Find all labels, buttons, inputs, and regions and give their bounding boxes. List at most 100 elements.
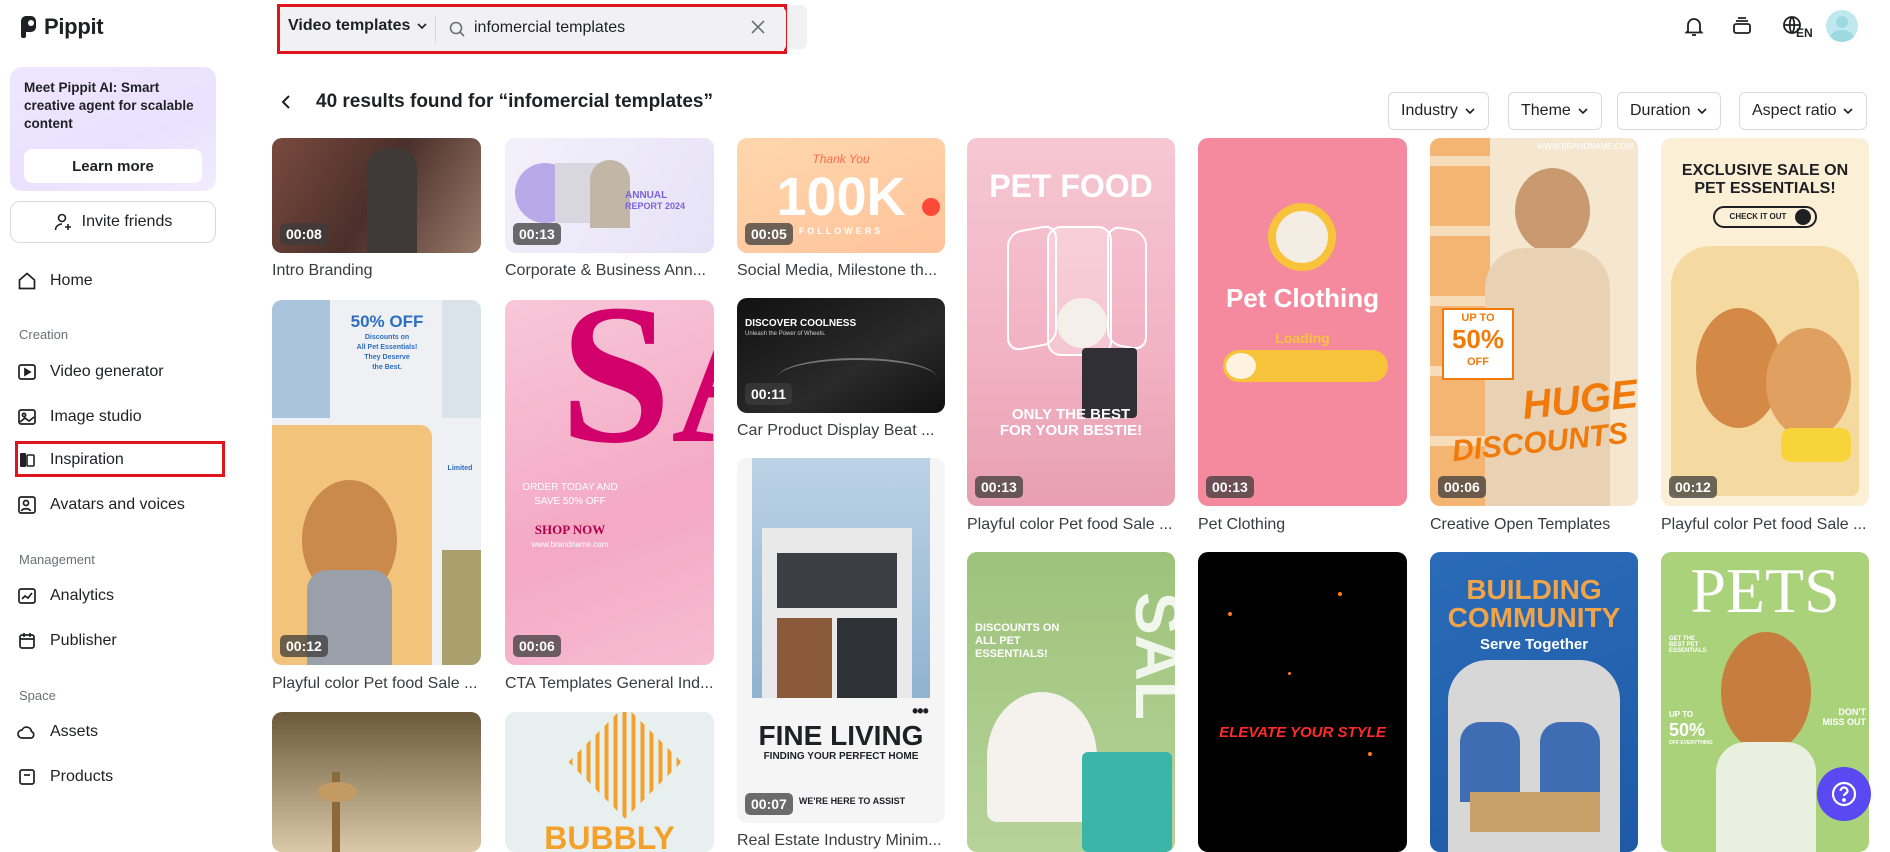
- sidebar-item-analytics[interactable]: Analytics: [16, 576, 221, 616]
- avatar-icon: [16, 494, 38, 516]
- template-caption[interactable]: Creative Open Templates: [1430, 516, 1640, 534]
- thumb-text: Loading: [1275, 330, 1330, 346]
- template-card-creative-open[interactable]: WWW.BRANDNAME.COM UP TO 50% OFF HUGE DIS…: [1430, 138, 1638, 506]
- sidebar-item-assets[interactable]: Assets: [16, 712, 221, 752]
- template-card-bubbly[interactable]: BUBBLY: [505, 712, 714, 852]
- thumb-text: WWW.BRANDNAME.COM: [1536, 142, 1634, 151]
- template-caption[interactable]: Playful color Pet food Sale ...: [1661, 516, 1871, 534]
- thumb-text: FOR YOUR BESTIE!: [999, 422, 1143, 439]
- help-icon: [1831, 781, 1857, 807]
- thumb-text: ELEVATE YOUR STYLE: [1219, 724, 1386, 741]
- inspiration-icon: [16, 449, 38, 471]
- thumb-text: Discounts on: [364, 334, 410, 341]
- template-card-pet-sale-cat[interactable]: DISCOUNTS ON ALL PET ESSENTIALS! SAL: [967, 552, 1175, 852]
- thumb-text: SAL: [1122, 592, 1175, 720]
- results-title: 40 results found for “infomercial templa…: [316, 91, 713, 112]
- template-card-building-community[interactable]: BUILDING COMMUNITY Serve Together: [1430, 552, 1638, 852]
- filter-duration[interactable]: Duration: [1617, 92, 1722, 130]
- chevron-down-icon: [1465, 108, 1475, 115]
- notification-bell-icon[interactable]: [1676, 8, 1712, 44]
- section-creation: Creation: [19, 327, 69, 342]
- thumb-text: Serve Together: [1479, 636, 1589, 653]
- thumb-text: DISCOUNTS ON: [975, 622, 1060, 634]
- template-card-pet-food-1[interactable]: 50% OFF Discounts on All Pet Essentials!…: [272, 300, 481, 665]
- pippit-logo-icon: [21, 16, 36, 38]
- thumb-text: PET FOOD: [989, 168, 1153, 204]
- sidebar-item-label: Avatars and voices: [50, 496, 185, 513]
- back-arrow-icon[interactable]: [278, 93, 296, 111]
- template-card-pet-food-2[interactable]: PET FOOD ONLY THE BEST FOR YOUR BESTIE! …: [967, 138, 1175, 506]
- thumb-text: ORDER TODAY AND: [522, 482, 618, 493]
- search-icon: [449, 21, 465, 37]
- duration-badge: 00:13: [975, 476, 1023, 498]
- template-card-elevate-style[interactable]: ELEVATE YOUR STYLE: [1198, 552, 1407, 852]
- thumb-text: 50% OFF: [350, 312, 424, 331]
- section-space: Space: [19, 688, 56, 703]
- template-caption[interactable]: Social Media, Milestone th...: [737, 262, 947, 280]
- sidebar-item-label: Video generator: [50, 363, 164, 380]
- sidebar-item-label: Inspiration: [50, 451, 124, 468]
- thumb-text: CHECK IT OUT: [1729, 212, 1787, 221]
- duration-badge: 00:12: [280, 635, 328, 657]
- search-input[interactable]: [472, 15, 742, 41]
- filter-label: Duration: [1630, 102, 1691, 119]
- stack-icon[interactable]: [1724, 8, 1760, 44]
- duration-badge: 00:08: [280, 223, 328, 245]
- thumb-text: SAVE 50% OFF: [534, 496, 606, 507]
- sidebar-item-inspiration[interactable]: Inspiration: [16, 440, 221, 480]
- template-card-plant[interactable]: [272, 712, 481, 852]
- thumb-text: DON'T MISS OUT: [1822, 707, 1866, 727]
- template-card-cta-sale[interactable]: SALE ORDER TODAY AND SAVE 50% OFF SHOP N…: [505, 300, 714, 665]
- thumb-text: 100K: [776, 167, 906, 227]
- thumb-text: FINE LIVING: [758, 720, 924, 751]
- thumb-text: OFF: [1467, 356, 1489, 368]
- template-caption[interactable]: Playful color Pet food Sale ...: [272, 675, 482, 693]
- promo-text: Meet Pippit AI: Smart creative agent for…: [24, 80, 194, 131]
- filter-aspect-ratio[interactable]: Aspect ratio: [1739, 92, 1868, 130]
- logo[interactable]: Pippit: [20, 14, 104, 40]
- sidebar-item-avatars-voices[interactable]: Avatars and voices: [16, 485, 221, 525]
- language-selector[interactable]: EN: [1772, 8, 1814, 44]
- sidebar-item-image-studio[interactable]: Image studio: [16, 397, 221, 437]
- sidebar-item-publisher[interactable]: Publisher: [16, 621, 221, 661]
- search-bar-extension: [787, 5, 807, 49]
- help-button[interactable]: [1817, 767, 1871, 821]
- search-type-dropdown[interactable]: Video templates: [288, 17, 428, 35]
- duration-badge: 00:05: [745, 223, 793, 245]
- invite-friends-button[interactable]: Invite friends: [10, 201, 216, 243]
- filter-label: Industry: [1401, 102, 1458, 119]
- template-card-real-estate[interactable]: ••• FINE LIVING FINDING YOUR PERFECT HOM…: [737, 458, 945, 823]
- video-plus-icon: [16, 361, 38, 383]
- cloud-icon: [16, 721, 38, 743]
- filter-industry[interactable]: Industry: [1388, 92, 1489, 130]
- sidebar-item-video-generator[interactable]: Video generator: [16, 352, 221, 392]
- template-caption[interactable]: Corporate & Business Ann...: [505, 262, 715, 280]
- avatar[interactable]: [1824, 8, 1860, 44]
- learn-more-button[interactable]: Learn more: [24, 149, 202, 183]
- sidebar-item-products[interactable]: Products: [16, 757, 221, 797]
- template-caption[interactable]: CTA Templates General Ind...: [505, 675, 715, 693]
- thumb-text: 50%: [1451, 324, 1505, 354]
- thumb-text: UP TO: [1461, 312, 1495, 324]
- template-card-intro-branding[interactable]: 00:08: [272, 138, 481, 253]
- thumb-text: ANNUAL: [625, 190, 668, 201]
- filter-label: Theme: [1521, 102, 1571, 119]
- sidebar: Pippit Meet Pippit AI: Smart creative ag…: [0, 0, 225, 847]
- filter-theme[interactable]: Theme: [1508, 92, 1602, 130]
- thumb-text: EXCLUSIVE SALE ON: [1681, 162, 1849, 179]
- chevron-down-icon: [1843, 108, 1854, 115]
- template-card-corporate[interactable]: ANNUAL REPORT 2024 00:13: [505, 138, 714, 253]
- template-card-pet-clothing[interactable]: Pet Clothing Loading 00:13: [1198, 138, 1407, 506]
- template-caption[interactable]: Pet Clothing: [1198, 516, 1408, 534]
- more-options-icon[interactable]: •••: [912, 701, 929, 722]
- invite-friends-label: Invite friends: [81, 213, 173, 230]
- sidebar-item-home[interactable]: Home: [16, 261, 221, 301]
- template-caption[interactable]: Real Estate Industry Minim...: [737, 832, 947, 850]
- close-icon[interactable]: [750, 19, 766, 35]
- template-caption[interactable]: Playful color Pet food Sale ...: [967, 516, 1177, 534]
- template-card-pet-essentials[interactable]: EXCLUSIVE SALE ON PET ESSENTIALS! CHECK …: [1661, 138, 1869, 506]
- template-caption[interactable]: Car Product Display Beat ...: [737, 422, 947, 440]
- template-caption[interactable]: Intro Branding: [272, 262, 482, 280]
- template-card-milestone[interactable]: Thank You 100K FOLLOWERS 00:05: [737, 138, 945, 253]
- template-card-car[interactable]: DISCOVER COOLNESS Unleash the Power of W…: [737, 298, 945, 413]
